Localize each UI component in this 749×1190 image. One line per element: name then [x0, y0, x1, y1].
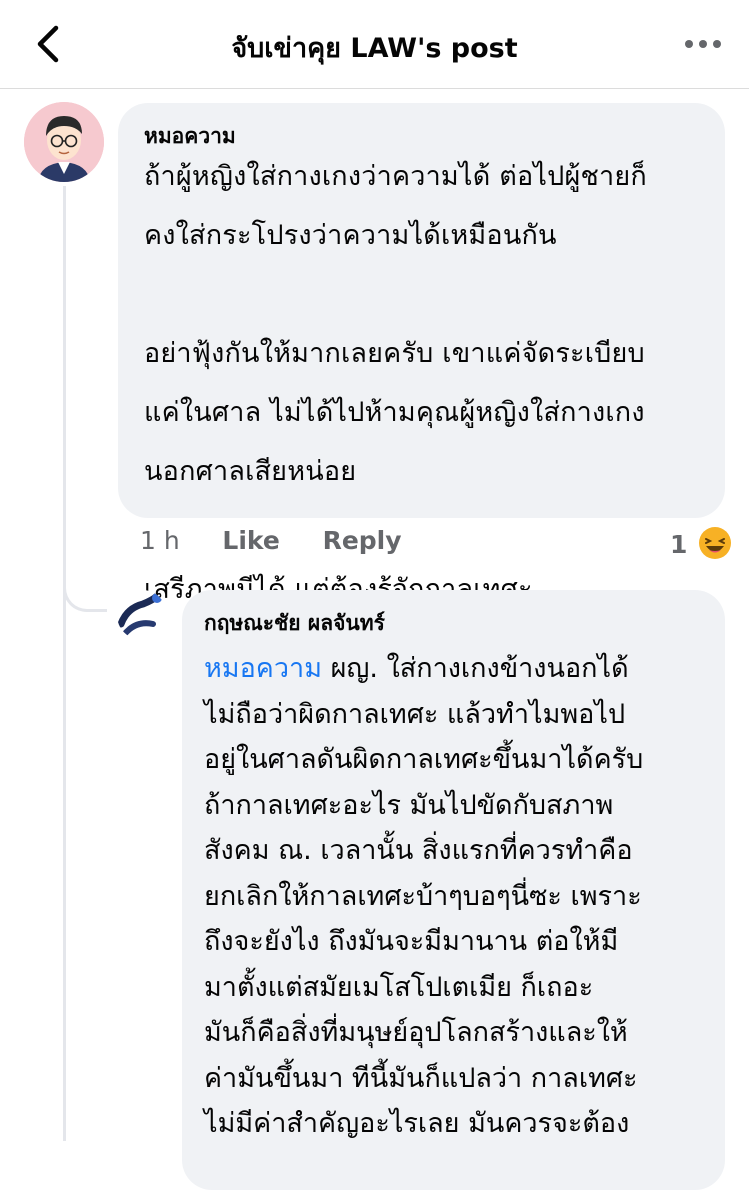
more-horizontal-icon[interactable] — [683, 30, 723, 58]
reply-author[interactable]: กฤษณะชัย ผลจันทร์ — [204, 610, 705, 636]
page-title: จับเข่าคุย LAW's post — [231, 33, 518, 64]
comment-bubble: หมอความ ถ้าผู้หญิงใส่กางเกงว่าความได้ ต่… — [118, 103, 725, 605]
reply-line: อยู่ในศาลดันผิดกาลเทศะขึ้นมาได้ครับ — [204, 744, 644, 775]
reply-line: หมอความ ผญ. ใส่กางเกงข้างนอกได้ — [204, 653, 629, 684]
reaction-count: 1 — [670, 530, 688, 559]
reply-line: มาตั้งแต่สมัยเมโสโปเตเมีย ก็เถอะ — [204, 971, 594, 1003]
reaction-summary[interactable]: 1 — [670, 526, 732, 560]
avatar[interactable] — [24, 102, 104, 182]
comment-author[interactable]: หมอความ — [144, 123, 701, 149]
reply-button[interactable]: Reply — [323, 526, 402, 555]
thread-line — [63, 186, 66, 1141]
reply-line: สังคม ณ. เวลานั้น สิ่งแรกที่ควรทำคือ — [204, 835, 633, 866]
comment-time: 1 h — [140, 526, 180, 555]
laughing-emoji-icon — [699, 527, 732, 559]
reply-line: ถ้ากาลเทศะอะไร มันไปขัดกับสภาพ — [204, 789, 614, 821]
like-button[interactable]: Like — [222, 526, 279, 555]
thread-connector — [63, 570, 107, 612]
reply-line: ค่ามันขึ้นมา ทีนี้มันก็แปลว่า กาลเทศะ — [204, 1062, 638, 1094]
reply-line: ไม่มีค่าสำคัญอะไรเลย มันควรจะต้อง — [204, 1108, 630, 1139]
reply-bubble: กฤษณะชัย ผลจันทร์ หมอความ ผญ. ใส่กางเกงข… — [182, 590, 725, 1190]
cartoon-avatar-icon — [24, 102, 104, 182]
reply-line: ไม่ถือว่าผิดกาลเทศะ แล้วทำไมพอไป — [204, 698, 626, 730]
reply-line: ยกเลิกให้กาลเทศะบ้าๆบอๆนี่ซะ เพราะ — [204, 880, 642, 912]
mention-link[interactable]: หมอความ — [204, 653, 322, 684]
avatar[interactable] — [117, 590, 167, 640]
comment-actions: 1 h Like Reply — [140, 526, 436, 566]
reply-line: ถึงจะยังไง ถึงมันจะมีมานาน ต่อให้มี — [204, 926, 619, 957]
top-bar: จับเข่าคุย LAW's post — [0, 0, 749, 89]
profile-photo-icon — [117, 590, 167, 640]
reply-line: มันก็คือสิ่งที่มนุษย์อุปโลกสร้างและให้ — [204, 1017, 628, 1048]
